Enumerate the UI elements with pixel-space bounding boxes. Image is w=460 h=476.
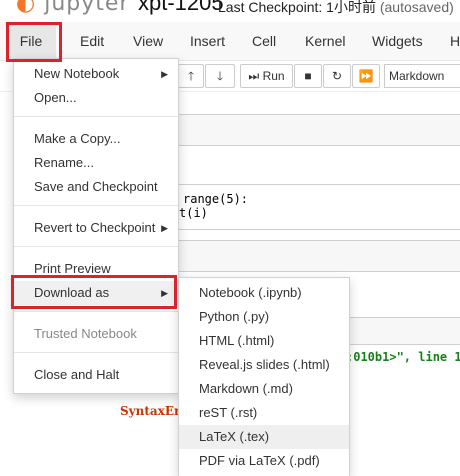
- file-menu-download-as[interactable]: Download as ▶: [14, 281, 178, 305]
- notebook-header: ◐ jupyter xpt-1205 Last Checkpoint: 1小时前…: [0, 0, 460, 22]
- notebook-name[interactable]: xpt-1205: [138, 0, 224, 16]
- download-pdf[interactable]: PDF via LaTeX (.pdf): [179, 449, 349, 473]
- stop-icon: ■: [304, 69, 312, 83]
- file-menu: New Notebook ▶ Open... Make a Copy... Ren…: [13, 58, 179, 394]
- checkpoint-text: Last Checkpoint: 1小时前: [218, 0, 376, 15]
- download-html[interactable]: HTML (.html): [179, 329, 349, 353]
- jupyter-logo-text: jupyter: [44, 0, 130, 16]
- caret-right-icon: ▶: [161, 69, 168, 79]
- cell-strip-2: [160, 240, 460, 272]
- menu-file[interactable]: File: [6, 22, 56, 60]
- download-markdown[interactable]: Markdown (.md): [179, 377, 349, 401]
- download-rst[interactable]: reST (.rst): [179, 401, 349, 425]
- menu-edit[interactable]: Edit: [80, 22, 104, 60]
- download-py[interactable]: Python (.py): [179, 305, 349, 329]
- file-menu-open[interactable]: Open...: [14, 86, 178, 110]
- step-forward-icon: ⏭: [248, 69, 260, 83]
- file-menu-print-preview[interactable]: Print Preview: [14, 257, 178, 281]
- download-latex[interactable]: LaTeX (.tex): [179, 425, 349, 449]
- file-menu-make-copy[interactable]: Make a Copy...: [14, 127, 178, 151]
- file-menu-rename[interactable]: Rename...: [14, 151, 178, 175]
- run-label: Run: [262, 69, 285, 83]
- menu-divider: [14, 352, 178, 353]
- code-line-2: t(i): [179, 206, 208, 220]
- menu-kernel[interactable]: Kernel: [305, 22, 345, 60]
- file-menu-trusted-notebook: Trusted Notebook: [34, 326, 137, 341]
- file-menu-revert-label: Revert to Checkpoint: [34, 220, 156, 235]
- file-menu-new-notebook-label: New Notebook: [34, 66, 120, 81]
- move-down-button[interactable]: 🡓: [205, 64, 235, 88]
- menu-divider: [14, 205, 178, 206]
- menubar: File Edit View Insert Cell Kernel Widget…: [0, 22, 460, 61]
- download-revealjs[interactable]: Reveal.js slides (.html): [179, 353, 349, 377]
- arrow-down-icon: 🡓: [216, 69, 224, 83]
- run-button[interactable]: ⏭ Run: [240, 64, 293, 88]
- jupyter-logo-mark: ◐: [16, 0, 37, 16]
- file-menu-close-halt[interactable]: Close and Halt: [14, 363, 178, 387]
- menu-insert[interactable]: Insert: [190, 22, 225, 60]
- menu-divider: [14, 246, 178, 247]
- code-line-1: range(5):: [183, 192, 249, 206]
- file-menu-download-label: Download as: [34, 285, 110, 300]
- menu-divider: [14, 311, 178, 312]
- menu-view[interactable]: View: [133, 22, 163, 60]
- move-up-button[interactable]: 🡑: [178, 64, 204, 88]
- restart-run-all-button[interactable]: ⏩: [352, 64, 380, 88]
- menu-widgets[interactable]: Widgets: [372, 22, 423, 60]
- file-menu-revert-checkpoint[interactable]: Revert to Checkpoint ▶: [14, 216, 178, 240]
- file-menu-new-notebook[interactable]: New Notebook ▶: [14, 62, 178, 86]
- stop-button[interactable]: ■: [294, 64, 322, 88]
- jupyter-logo[interactable]: ◐ jupyter: [16, 0, 129, 16]
- restart-icon: ↻: [331, 69, 343, 83]
- menu-help[interactable]: He: [450, 22, 460, 60]
- caret-right-icon: ▶: [161, 288, 168, 298]
- download-submenu: Notebook (.ipynb) Python (.py) HTML (.ht…: [178, 277, 350, 476]
- menu-divider: [14, 116, 178, 117]
- autosave-text: (autosaved): [379, 0, 454, 15]
- traceback-line: :010b1>", line 1: [346, 350, 460, 364]
- checkpoint-status: Last Checkpoint: 1小时前 (autosaved): [218, 0, 454, 17]
- restart-button[interactable]: ↻: [323, 64, 351, 88]
- syntax-error-label: SyntaxEr: [120, 404, 181, 418]
- file-menu-save-checkpoint[interactable]: Save and Checkpoint: [14, 175, 178, 199]
- cell-type-select[interactable]: Markdown: [384, 64, 460, 88]
- arrow-up-icon: 🡑: [187, 69, 195, 83]
- cell-strip-1: [160, 114, 460, 146]
- menu-cell[interactable]: Cell: [252, 22, 276, 60]
- caret-right-icon: ▶: [161, 223, 168, 233]
- fast-forward-icon: ⏩: [358, 69, 374, 83]
- download-ipynb[interactable]: Notebook (.ipynb): [179, 281, 349, 305]
